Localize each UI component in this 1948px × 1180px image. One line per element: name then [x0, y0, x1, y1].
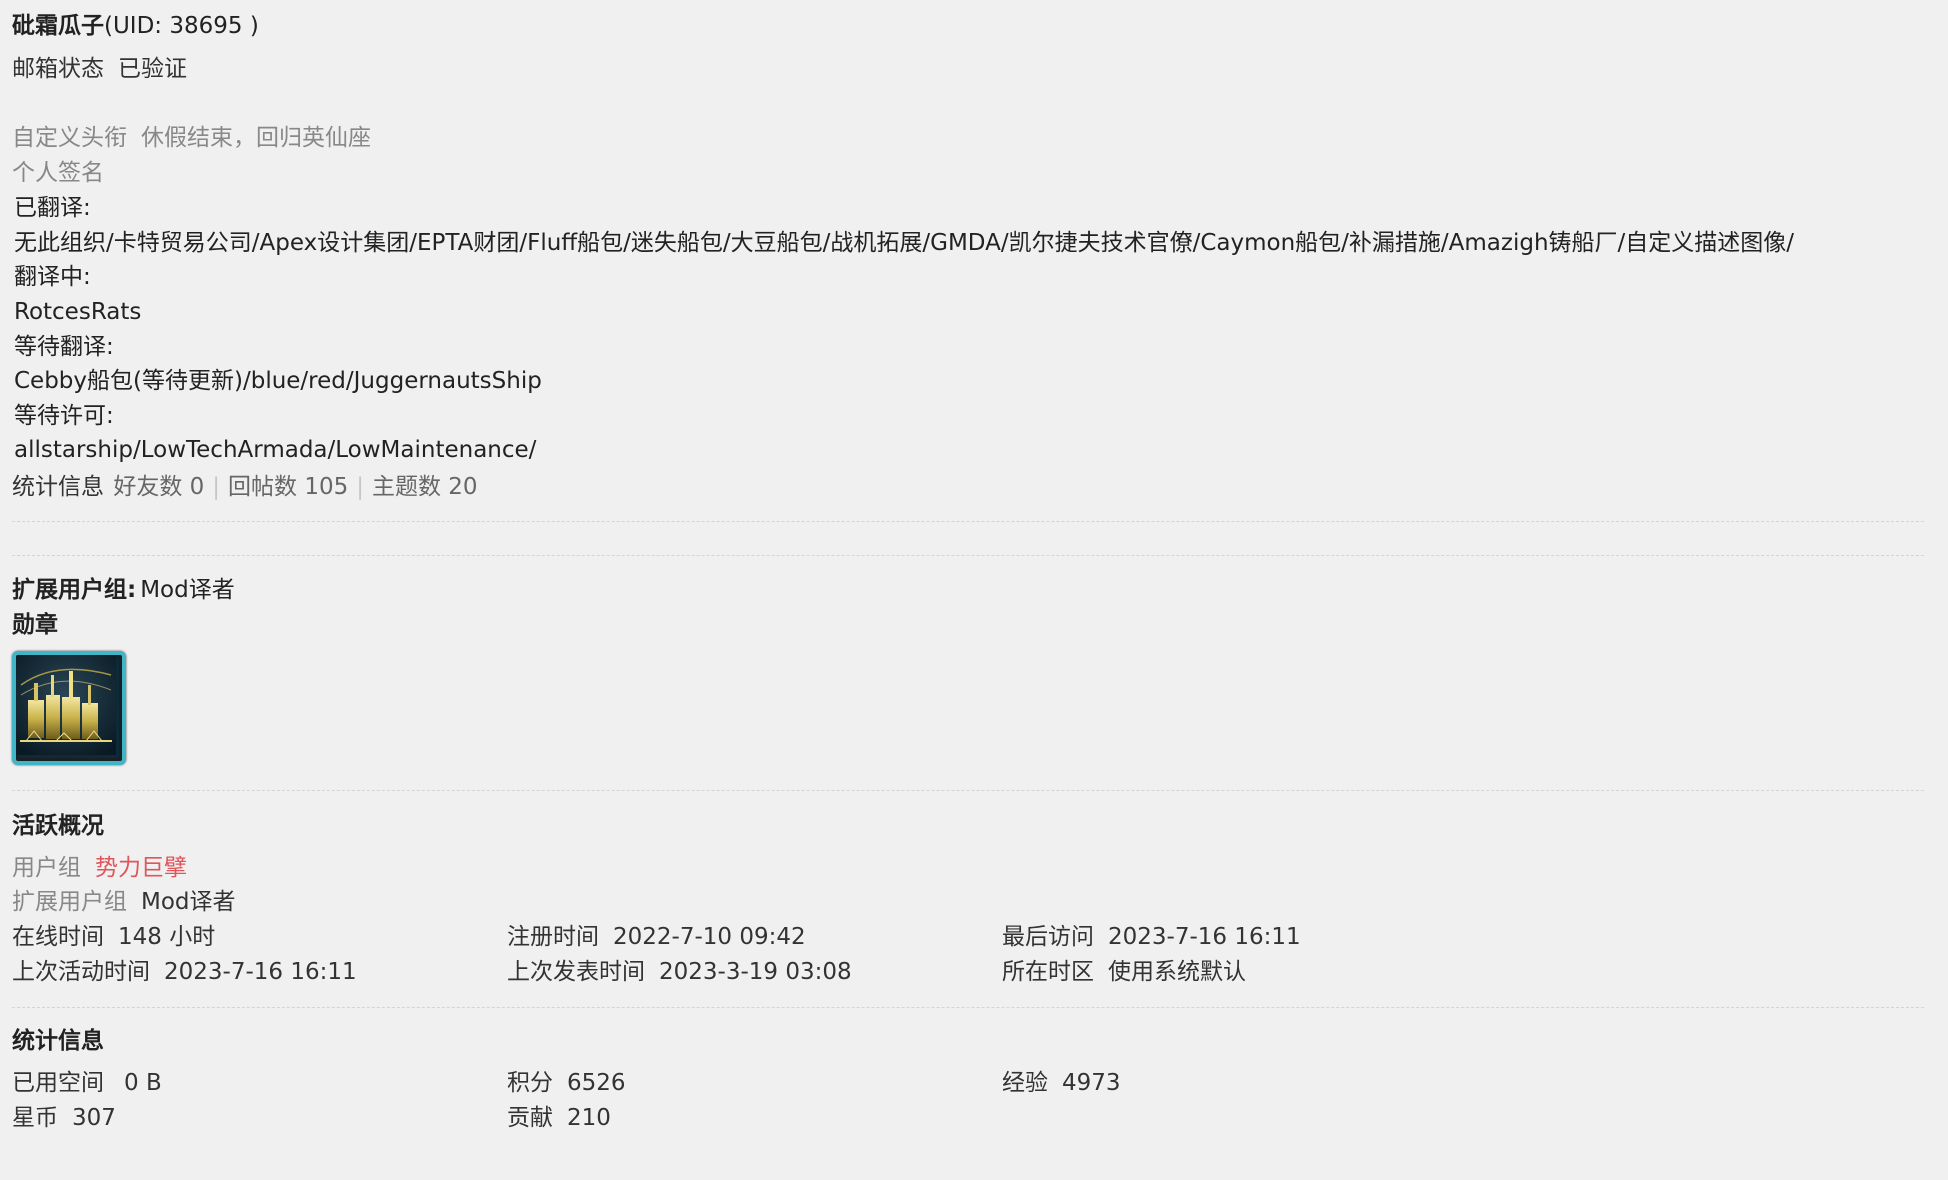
star-coins-label: 星币 — [12, 1105, 58, 1131]
profile-header: 砒霜瓜子(UID: 38695 ) — [12, 11, 259, 41]
activity-heading: 活跃概况 — [12, 813, 104, 839]
user-group: 用户组 势力巨擘 — [12, 853, 187, 883]
uid-text: (UID: 38695 ) — [104, 13, 259, 39]
username: 砒霜瓜子 — [12, 13, 104, 39]
statistics-heading: 统计信息 — [12, 1028, 104, 1054]
timezone-label: 所在时区 — [1002, 959, 1094, 985]
experience: 经验 4973 — [1002, 1068, 1121, 1098]
translated-list: 无此组织/卡特贸易公司/Apex设计集团/EPTA财团/Fluff船包/迷失船包… — [14, 230, 1795, 256]
permission-label: 等待许可: — [14, 403, 114, 429]
threads-count-link[interactable]: 主题数 20 — [372, 474, 478, 500]
last-visit-value: 2023-7-16 16:11 — [1108, 924, 1301, 950]
stats-line: 统计信息 好友数 0 | 回帖数 105 | 主题数 20 — [12, 472, 478, 502]
stats-line-label: 统计信息 — [12, 474, 104, 500]
custom-title-label: 自定义头衔 — [12, 125, 127, 151]
profile-page: 砒霜瓜子(UID: 38695 ) 邮箱状态 已验证 自定义头衔 休假结束，回归英仙… — [0, 0, 1948, 1180]
last-visit-label: 最后访问 — [1002, 924, 1094, 950]
timezone: 所在时区 使用系统默认 — [1002, 957, 1246, 987]
activity-extended-group-label: 扩展用户组 — [12, 889, 127, 915]
separator: | — [356, 474, 364, 500]
divider — [12, 790, 1924, 791]
last-active-label: 上次活动时间 — [12, 959, 150, 985]
user-group-label: 用户组 — [12, 855, 81, 881]
activity-extended-group-value: Mod译者 — [141, 889, 236, 915]
used-space: 已用空间 0 B — [12, 1068, 162, 1098]
contribution: 贡献 210 — [507, 1103, 611, 1133]
pending-list: Cebby船包(等待更新)/blue/red/JuggernautsShip — [14, 368, 542, 394]
replies-count-link[interactable]: 回帖数 105 — [228, 474, 348, 500]
translated-label: 已翻译: — [14, 195, 91, 221]
contribution-value: 210 — [567, 1105, 611, 1131]
last-visit: 最后访问 2023-7-16 16:11 — [1002, 922, 1301, 952]
used-space-label: 已用空间 — [12, 1070, 104, 1096]
last-post-label: 上次发表时间 — [507, 959, 645, 985]
medals-heading: 勋章 — [12, 612, 58, 638]
translating-label: 翻译中: — [14, 264, 91, 290]
medal-art — [16, 655, 116, 755]
extended-group-value: Mod译者 — [140, 577, 235, 603]
experience-value: 4973 — [1062, 1070, 1121, 1096]
used-space-value: 0 B — [124, 1070, 162, 1096]
extended-group-label: 扩展用户组: — [12, 577, 137, 603]
experience-label: 经验 — [1002, 1070, 1048, 1096]
email-status: 邮箱状态 已验证 — [12, 54, 187, 84]
last-active-value: 2023-7-16 16:11 — [164, 959, 357, 985]
star-coins-value: 307 — [72, 1105, 116, 1131]
separator: | — [212, 474, 221, 500]
medal-station-icon[interactable] — [12, 651, 126, 765]
permission-list: allstarship/LowTechArmada/LowMaintenance… — [14, 437, 537, 463]
last-active: 上次活动时间 2023-7-16 16:11 — [12, 957, 357, 987]
points-label: 积分 — [507, 1070, 553, 1096]
last-post-value: 2023-3-19 03:08 — [659, 959, 852, 985]
online-time-label: 在线时间 — [12, 924, 104, 950]
divider — [12, 1007, 1924, 1008]
divider — [12, 555, 1924, 556]
custom-title: 自定义头衔 休假结束，回归英仙座 — [12, 123, 371, 153]
star-coins: 星币 307 — [12, 1103, 116, 1133]
email-status-value: 已验证 — [118, 56, 187, 82]
online-time: 在线时间 148 小时 — [12, 922, 215, 952]
online-time-value: 148 小时 — [118, 924, 216, 950]
last-post: 上次发表时间 2023-3-19 03:08 — [507, 957, 852, 987]
register-time-label: 注册时间 — [507, 924, 599, 950]
divider — [12, 521, 1924, 522]
extended-group: 扩展用户组: Mod译者 — [12, 575, 235, 605]
timezone-value: 使用系统默认 — [1108, 959, 1246, 985]
custom-title-value: 休假结束，回归英仙座 — [141, 125, 371, 151]
register-time-value: 2022-7-10 09:42 — [613, 924, 806, 950]
activity-extended-group: 扩展用户组 Mod译者 — [12, 887, 236, 917]
contribution-label: 贡献 — [507, 1105, 553, 1131]
email-status-label: 邮箱状态 — [12, 56, 104, 82]
points: 积分 6526 — [507, 1068, 626, 1098]
user-group-link[interactable]: 势力巨擘 — [95, 855, 187, 881]
translating-list: RotcesRats — [14, 299, 142, 325]
register-time: 注册时间 2022-7-10 09:42 — [507, 922, 806, 952]
points-value: 6526 — [567, 1070, 626, 1096]
friends-count-link[interactable]: 好友数 0 — [113, 474, 204, 500]
signature-label: 个人签名 — [12, 160, 104, 186]
pending-label: 等待翻译: — [14, 334, 114, 360]
